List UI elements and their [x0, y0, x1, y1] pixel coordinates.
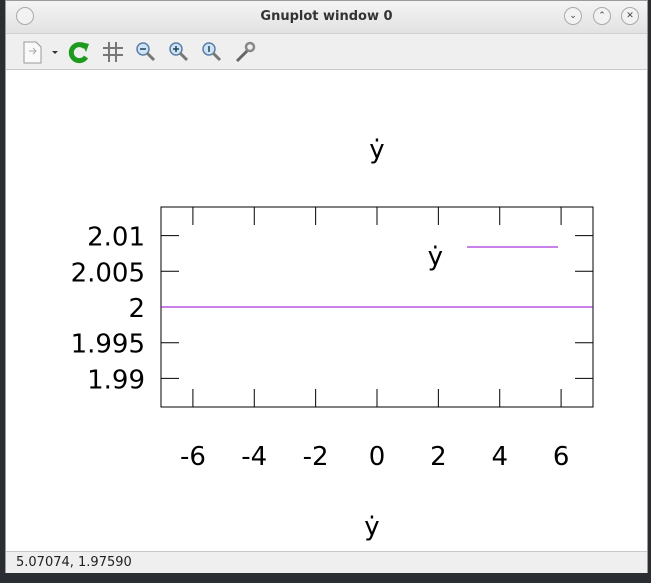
close-button[interactable]: ✕: [621, 7, 639, 25]
chart-title: ẏ: [369, 135, 384, 165]
legend-label: ẏ: [428, 242, 443, 272]
x-tick-label: -2: [303, 442, 329, 472]
y-tick-label: 1.99: [87, 365, 145, 395]
y-tick-label: 2.005: [71, 258, 145, 288]
maximize-button[interactable]: ⌃: [593, 7, 611, 25]
gnuplot-window: Gnuplot window 0 ⌄ ⌃ ✕ ẏ ẏ -6 -4 -2 0 2 …: [5, 0, 648, 573]
zoom-reset-icon: [202, 42, 222, 62]
x-tick-label: -4: [241, 442, 267, 472]
x-tick-label: -6: [180, 442, 206, 472]
x-axis-label: ẏ: [364, 512, 379, 542]
toolbar: [6, 34, 647, 70]
replot-icon: [68, 42, 89, 64]
x-tick-label: 2: [430, 442, 447, 472]
grid-icon: [103, 42, 123, 62]
x-tick-label: 0: [369, 442, 386, 472]
zoom-out-icon: [136, 42, 156, 62]
zoom-out-button[interactable]: [133, 39, 159, 65]
x-tick-label: 6: [553, 442, 570, 472]
y-tick-label: 2.01: [87, 223, 145, 253]
replot-button[interactable]: [66, 39, 92, 65]
plot-area[interactable]: ẏ ẏ -6 -4 -2 0 2 4 6 2.01 2.005 2 1.995 1.99 ẏ: [6, 70, 647, 552]
export-icon: [23, 41, 58, 64]
export-button[interactable]: [20, 39, 60, 65]
status-bar: 5.07074, 1.97590: [6, 552, 647, 573]
x-tick-label: 4: [491, 442, 508, 472]
chart: ẏ ẏ -6 -4 -2 0 2 4 6 2.01 2.005 2 1.995 1.99 ẏ: [71, 135, 594, 542]
zoom-in-icon: [169, 42, 189, 62]
y-tick-label: 1.995: [71, 330, 145, 360]
y-tick-label: 2: [128, 294, 145, 324]
zoom-in-button[interactable]: [166, 39, 192, 65]
settings-icon: [235, 41, 256, 63]
window-title: Gnuplot window 0: [260, 9, 393, 24]
settings-button[interactable]: [232, 39, 258, 65]
minimize-button[interactable]: ⌄: [564, 7, 582, 25]
grid-button[interactable]: [100, 39, 126, 65]
zoom-reset-button[interactable]: [199, 39, 225, 65]
title-bar[interactable]: Gnuplot window 0 ⌄ ⌃ ✕: [6, 1, 647, 34]
mouse-coordinates: 5.07074, 1.97590: [16, 555, 132, 570]
